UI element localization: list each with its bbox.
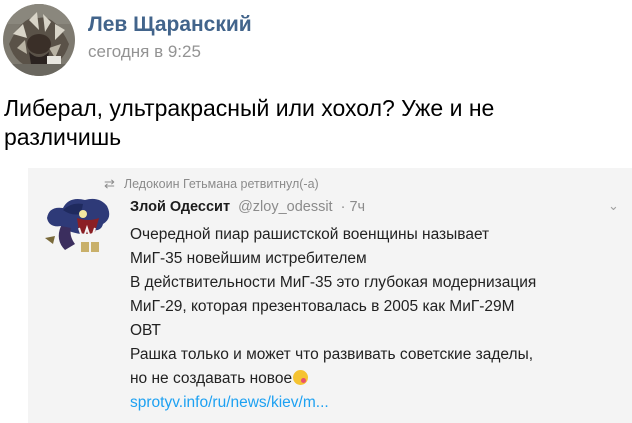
retweet-label: Ледокоин Гетьмана ретвитнул(-а) <box>123 177 319 191</box>
chevron-down-icon: ⌄ <box>608 198 619 213</box>
tweet-body: Очередной пиар рашистской военщины назыв… <box>130 223 630 415</box>
tweet-line-last: но не создавать новое <box>130 367 630 391</box>
tweet-line: Очередной пиар рашистской военщины назыв… <box>130 226 490 243</box>
tweet-line: ОВТ <box>130 322 161 339</box>
tweet-author-handle: @zloy_odessit <box>238 199 333 215</box>
author-avatar[interactable] <box>3 4 75 76</box>
tongue-emoji-icon <box>293 370 309 385</box>
tweet-line: МиГ-35 новейшим истребителем <box>130 250 367 267</box>
post-author-name[interactable]: Лев Щаранский <box>88 13 252 37</box>
tweet-header: Злой Одессит @zloy_odessit · 7ч <box>130 199 365 215</box>
post-timestamp[interactable]: сегодня в 9:25 <box>88 42 201 62</box>
attached-tweet-screenshot[interactable]: ⇄ Ледокоин Гетьмана ретвитнул(-а) Злой О… <box>28 168 632 423</box>
tweet-line: Рашка только и может что развивать совет… <box>130 346 534 363</box>
tweet-line-text: но не создавать новое <box>130 370 293 387</box>
retweet-header: ⇄ Ледокоин Гетьмана ретвитнул(-а) <box>104 176 319 192</box>
tweet-line: МиГ-29, которая презентовалась в 2005 ка… <box>130 298 515 315</box>
tweet-link: sprotyv.info/ru/news/kiev/m... <box>130 394 329 411</box>
post-text-line: различишь <box>4 124 122 150</box>
tweet-author-avatar <box>45 198 110 252</box>
author-avatar-image <box>3 4 75 76</box>
tweet-time: · 7ч <box>340 199 366 215</box>
tweet-author-name: Злой Одессит <box>130 199 231 215</box>
post-text-line: Либерал, ультракрасный или хохол? Уже и … <box>4 95 495 121</box>
post-text: Либерал, ультракрасный или хохол? Уже и … <box>4 94 604 152</box>
tweet-line: В действительности МиГ-35 это глубокая м… <box>130 274 537 291</box>
